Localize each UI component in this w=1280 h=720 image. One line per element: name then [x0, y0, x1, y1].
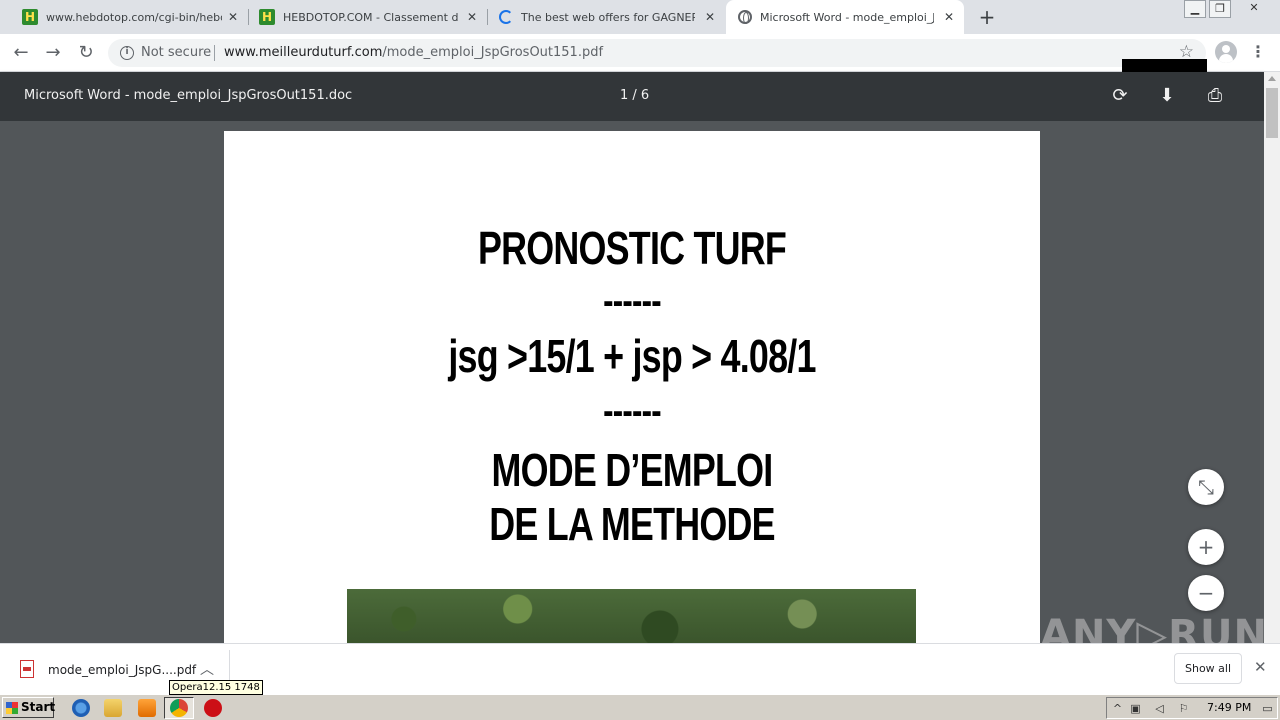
pdf-viewport[interactable]: PRONOSTIC TURF ------ jsg >15/1 + jsp > … [0, 121, 1264, 643]
tab-microsoft-word-pdf[interactable]: Microsoft Word - mode_emploi_JspGrosOut1… [726, 0, 964, 34]
minimize-button[interactable]: ▁ [1184, 0, 1206, 18]
start-button[interactable]: Start [2, 697, 55, 718]
arrow-left-icon: ← [13, 42, 29, 63]
close-icon[interactable]: ✕ [1254, 658, 1267, 676]
doc-subheading: MODE D’EMPLOI [491, 444, 774, 496]
close-icon[interactable]: ✕ [942, 10, 956, 24]
taskbar-tooltip: Opera12.15 1748 [169, 680, 263, 695]
scroll-thumb[interactable] [1266, 88, 1278, 138]
download-file-name: mode_emploi_JspG....pdf [48, 663, 197, 677]
doc-photo [347, 589, 916, 643]
hebdotop-icon: H [22, 9, 38, 25]
zoom-out-button[interactable]: − [1188, 575, 1224, 611]
tab-strip: H www.hebdotop.com/cgi-bin/hebdotop ✕ H … [0, 0, 1280, 34]
rotate-icon: ⟳ [1112, 85, 1128, 106]
zoom-in-button[interactable]: + [1188, 529, 1224, 565]
scroll-up-icon[interactable] [1268, 76, 1276, 81]
show-desktop-icon[interactable]: ▭ [1261, 702, 1274, 715]
flag-icon[interactable]: ⚐ [1177, 702, 1190, 715]
tab-title: HEBDOTOP.COM - Classement de sites [283, 10, 459, 24]
internet-explorer-icon[interactable] [72, 699, 90, 717]
download-button[interactable]: ⬇ [1155, 84, 1179, 108]
loading-spinner-icon [499, 10, 513, 24]
page-scrollbar[interactable] [1264, 72, 1280, 643]
avatar[interactable] [1215, 41, 1237, 63]
chevron-up-icon[interactable]: ^ [1111, 702, 1124, 715]
doc-separator: ------ [603, 389, 661, 433]
media-player-icon[interactable] [138, 699, 156, 717]
fit-page-icon: ⤡ [1198, 475, 1214, 499]
pdf-toolbar: Microsoft Word - mode_emploi_JspGrosOut1… [0, 72, 1264, 121]
page-indicator: 1 / 6 [620, 88, 650, 103]
more-vertical-icon[interactable]: ⋮ [1250, 41, 1266, 63]
url-host: www.meilleurduturf.com [224, 45, 383, 60]
chrome-icon [170, 699, 188, 717]
doc-heading: PRONOSTIC TURF [477, 222, 787, 274]
info-icon[interactable]: i [120, 46, 134, 60]
globe-icon [738, 10, 752, 24]
print-button[interactable]: ⎙ [1203, 84, 1227, 108]
omnibox-separator [214, 45, 215, 61]
tab-hebdotop-classement[interactable]: H HEBDOTOP.COM - Classement de sites ✕ [237, 0, 487, 34]
pdf-file-icon [20, 660, 34, 678]
download-icon: ⬇ [1159, 85, 1175, 106]
reload-icon: ↻ [78, 42, 94, 63]
hebdotop-icon: H [259, 9, 275, 25]
security-label[interactable]: Not secure [141, 45, 211, 60]
address-bar[interactable]: i Not secure www.meilleurduturf.com/mode… [108, 39, 1206, 67]
close-icon[interactable]: ✕ [465, 10, 479, 24]
doc-subheading: DE LA METHODE [489, 498, 775, 550]
close-window-button[interactable]: ✕ [1236, 0, 1272, 18]
pdf-page: PRONOSTIC TURF ------ jsg >15/1 + jsp > … [224, 131, 1040, 643]
tab-title: www.hebdotop.com/cgi-bin/hebdotop [46, 10, 222, 24]
forward-button[interactable]: → [42, 42, 64, 64]
back-button[interactable]: ← [10, 42, 32, 64]
fit-to-page-button[interactable]: ⤡ [1188, 469, 1224, 505]
folder-icon[interactable] [104, 699, 122, 717]
rotate-button[interactable]: ⟳ [1108, 84, 1132, 108]
doc-separator: ------ [603, 279, 661, 323]
show-all-button[interactable]: Show all [1174, 653, 1242, 684]
pdf-title: Microsoft Word - mode_emploi_JspGrosOut1… [24, 88, 353, 103]
clock[interactable]: 7:49 PM [1207, 701, 1251, 714]
chevron-up-icon[interactable]: ︿ [200, 659, 214, 679]
opera-icon[interactable] [204, 699, 222, 717]
reload-button[interactable]: ↻ [75, 42, 97, 64]
system-tray: ^ ▣ ◁ ⚐ 7:49 PM ▭ [1106, 697, 1278, 719]
close-icon[interactable]: ✕ [703, 10, 717, 24]
taskbar-chrome-button[interactable] [164, 697, 194, 719]
network-icon[interactable]: ▣ [1129, 702, 1142, 715]
tab-title: Microsoft Word - mode_emploi_JspGrosOut1… [760, 10, 934, 24]
windows-taskbar: Start ^ ▣ ◁ ⚐ 7:49 PM ▭ [0, 694, 1280, 720]
minus-icon: − [1197, 581, 1215, 605]
restore-button[interactable]: ❐ [1209, 0, 1231, 18]
tab-title: The best web offers for GAGNER AU [521, 10, 695, 24]
plus-icon: + [1197, 535, 1215, 559]
print-icon: ⎙ [1207, 85, 1223, 106]
arrow-right-icon: → [45, 42, 61, 63]
tab-gagner-au[interactable]: The best web offers for GAGNER AU ✕ [487, 0, 725, 34]
doc-formula: jsg >15/1 + jsp > 4.08/1 [448, 330, 816, 382]
browser-toolbar: ← → ↻ i Not secure www.meilleurduturf.co… [0, 34, 1280, 72]
tab-hebdotop-cgi[interactable]: H www.hebdotop.com/cgi-bin/hebdotop ✕ [0, 0, 248, 34]
volume-icon[interactable]: ◁ [1153, 702, 1166, 715]
url-text[interactable]: www.meilleurduturf.com/mode_emploi_JspGr… [224, 45, 603, 60]
url-path: /mode_emploi_JspGrosOut151.pdf [382, 45, 604, 60]
new-tab-button[interactable]: + [977, 6, 997, 28]
